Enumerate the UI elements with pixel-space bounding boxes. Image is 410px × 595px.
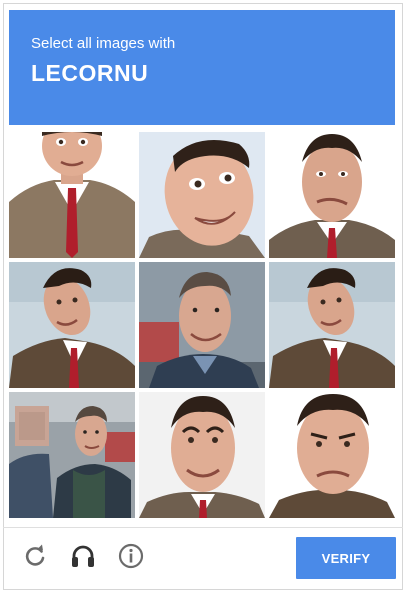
captcha-target-label: LECORNU xyxy=(31,60,149,86)
reload-button[interactable] xyxy=(20,541,50,571)
captcha-tile-3[interactable] xyxy=(269,132,395,258)
tile-photo xyxy=(9,262,135,388)
captcha-tile-7[interactable] xyxy=(9,392,135,518)
headphones-icon xyxy=(72,545,94,567)
tile-photo xyxy=(139,392,265,518)
tile-photo xyxy=(9,392,135,518)
verify-button[interactable]: VERIFY xyxy=(296,537,396,579)
tile-photo xyxy=(9,132,135,258)
captcha-tile-1[interactable] xyxy=(9,132,135,258)
info-icon xyxy=(118,543,144,569)
tile-photo xyxy=(269,132,395,258)
captcha-header: Select all images with LECORNU xyxy=(9,10,395,125)
captcha-image-grid xyxy=(9,132,395,520)
tile-photo xyxy=(269,392,395,518)
footer-divider xyxy=(3,527,403,528)
captcha-tile-2[interactable] xyxy=(139,132,265,258)
info-button[interactable] xyxy=(116,541,146,571)
captcha-tile-9[interactable] xyxy=(269,392,395,518)
reload-icon xyxy=(25,544,45,566)
captcha-tile-6[interactable] xyxy=(269,262,395,388)
captcha-tile-5[interactable] xyxy=(139,262,265,388)
captcha-tile-8[interactable] xyxy=(139,392,265,518)
tile-photo xyxy=(139,262,265,388)
captcha-prompt: Select all images with xyxy=(31,35,176,52)
tile-photo xyxy=(139,132,265,258)
audio-challenge-button[interactable] xyxy=(68,541,98,571)
tile-photo xyxy=(269,262,395,388)
captcha-tile-4[interactable] xyxy=(9,262,135,388)
